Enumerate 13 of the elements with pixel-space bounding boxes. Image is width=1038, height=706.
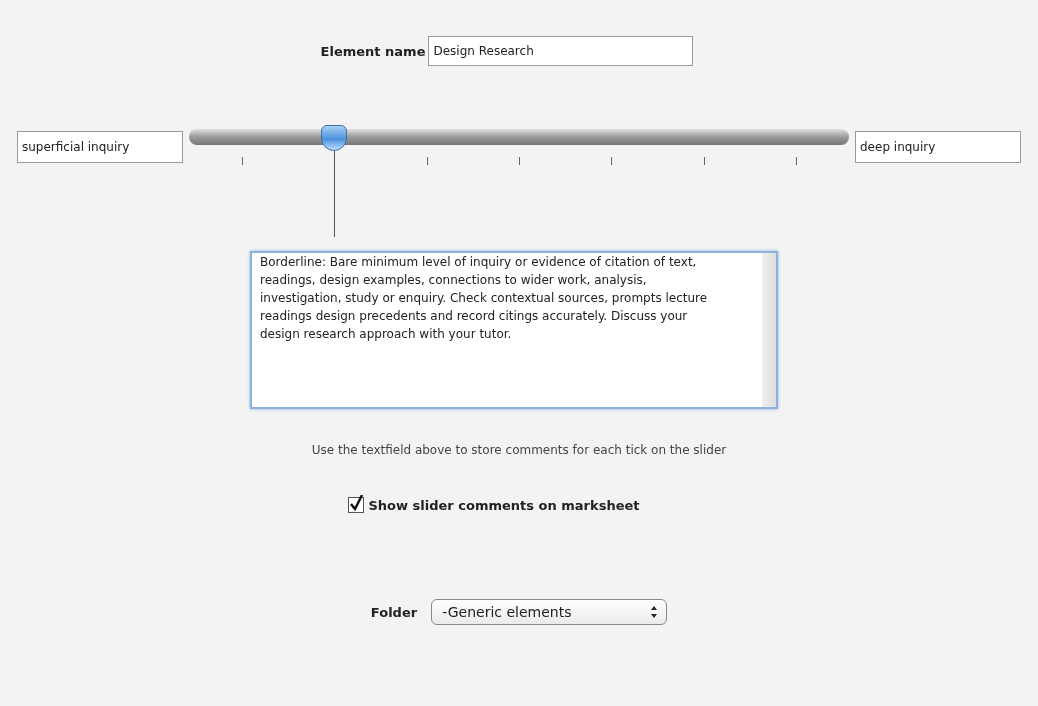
- comment-field[interactable]: Borderline: Bare minimum level of inquiry or evidence of citation of text, readings, design examples, connections to wider work, analysis, investigation, study or enquiry. Check contextual sources, prompts lecture readings design precedents and record citings accurately. Discuss your design research approach with your tutor.: [250, 251, 778, 409]
- slider-thumb[interactable]: [321, 125, 348, 151]
- folder-select[interactable]: -Generic elements: [431, 599, 668, 625]
- max-label-field[interactable]: deep inquiry: [855, 131, 1021, 163]
- checkbox-label: Show slider comments on marksheet: [368, 497, 640, 513]
- slider-track[interactable]: [189, 129, 849, 145]
- element-name-label: Element name: [320, 43, 426, 59]
- folder-label: Folder: [370, 604, 418, 620]
- element-name-field[interactable]: Design Research: [428, 36, 694, 66]
- checkbox[interactable]: [348, 497, 365, 513]
- stepper-icon: [650, 605, 659, 619]
- hint-text: Use the textfield above to store comments for each tick on the slider: [311, 443, 727, 457]
- min-label-field[interactable]: superficial inquiry: [17, 131, 183, 163]
